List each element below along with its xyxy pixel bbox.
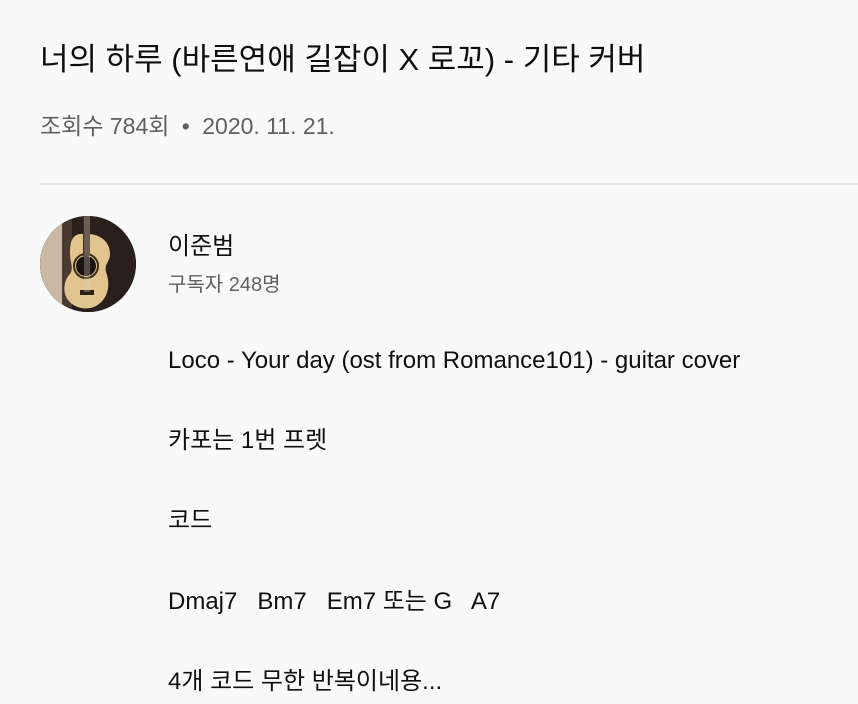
- description-line: Dmaj7 Bm7 Em7 또는 G A7: [168, 588, 501, 615]
- description-line: Loco - Your day (ost from Romance101) - …: [168, 347, 741, 374]
- guitar-avatar-icon: [40, 216, 136, 312]
- view-count: 조회수 784회: [40, 113, 170, 139]
- upload-date: 2020. 11. 21.: [202, 113, 335, 139]
- video-details-page: 너의 하루 (바른연애 길잡이 X 로꼬) - 기타 커버 조회수 784회 •…: [0, 0, 858, 704]
- description-line: 4개 코드 무한 반복이네용...: [168, 668, 443, 695]
- meta-separator: •: [181, 113, 190, 139]
- description-line: 코드: [168, 507, 213, 534]
- divider: [40, 183, 858, 185]
- video-meta: 조회수 784회 • 2020. 11. 21.: [40, 108, 335, 144]
- channel-avatar[interactable]: [40, 216, 136, 312]
- channel-name[interactable]: 이준범: [168, 230, 234, 264]
- description-line: 카포는 1번 프렛: [168, 427, 328, 454]
- subscriber-count: 구독자 248명: [168, 274, 281, 296]
- video-title: 너의 하루 (바른연애 길잡이 X 로꼬) - 기타 커버: [40, 42, 646, 77]
